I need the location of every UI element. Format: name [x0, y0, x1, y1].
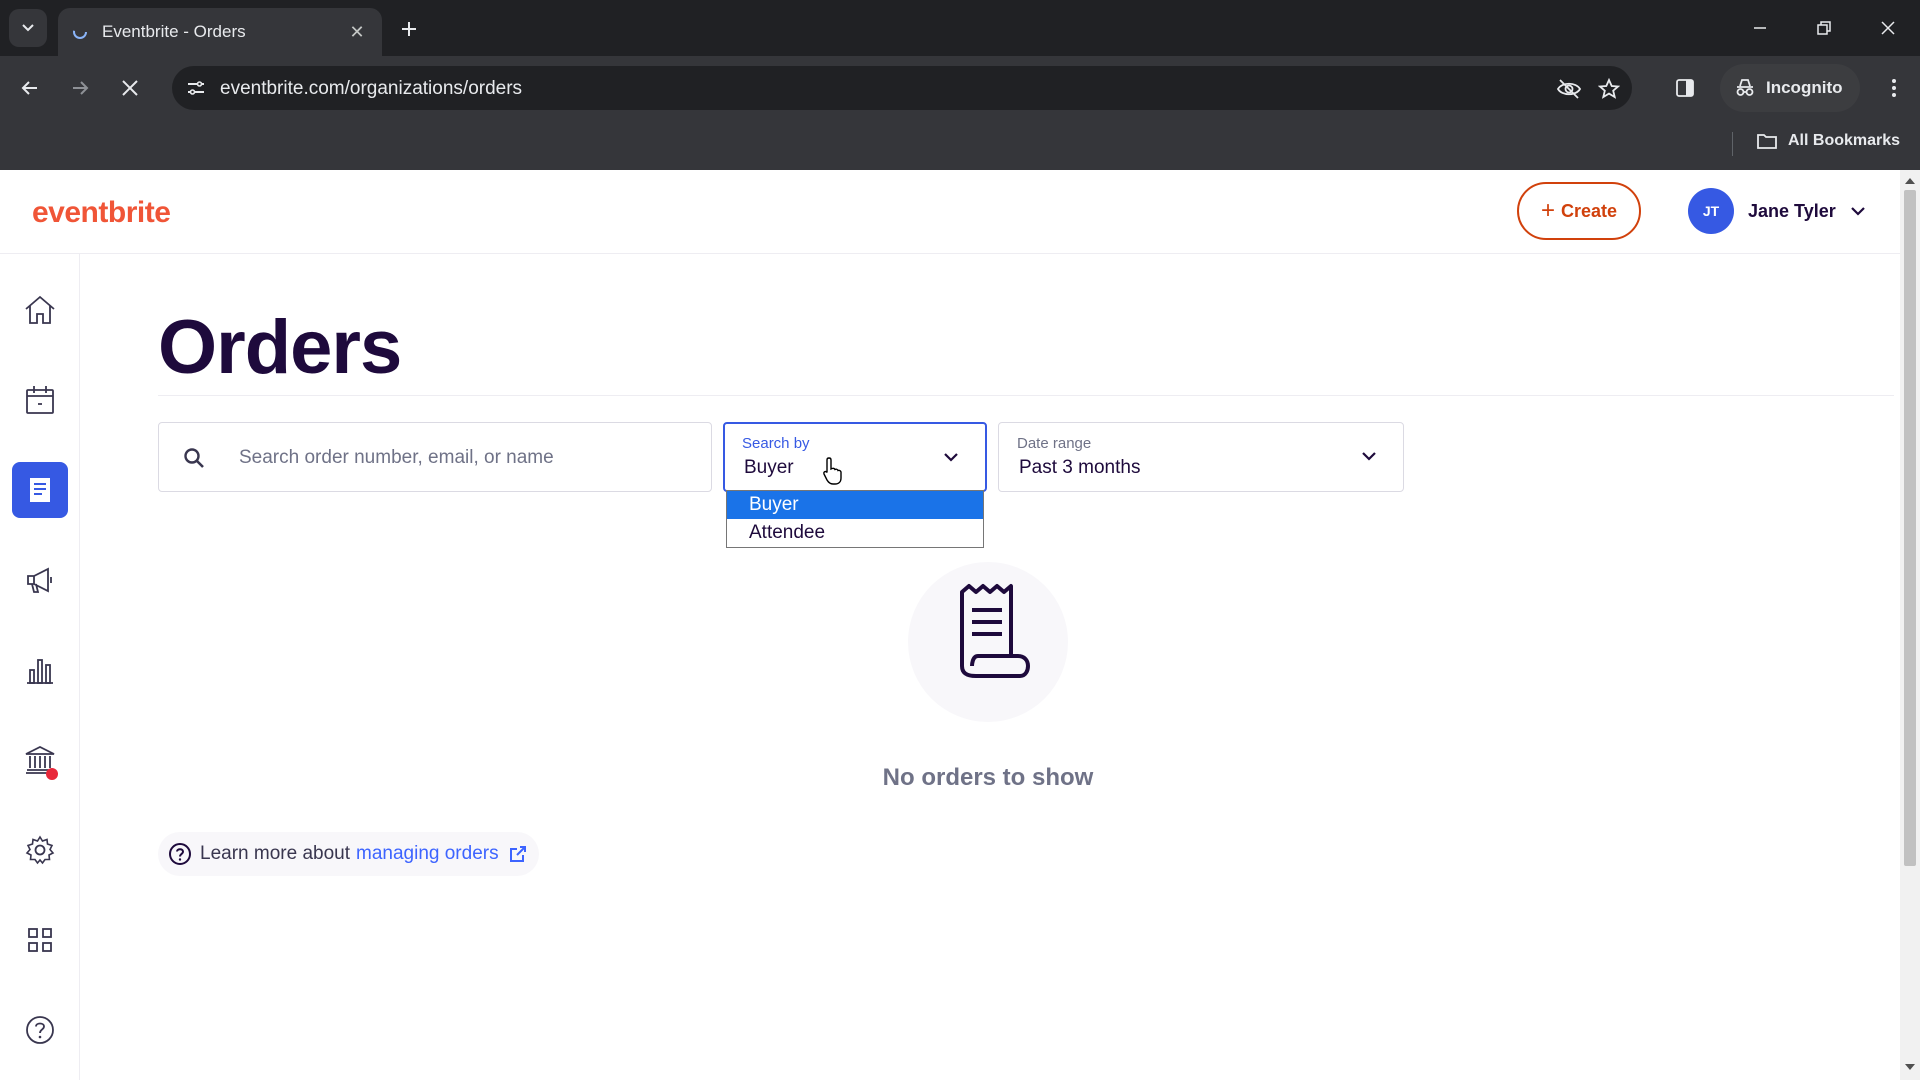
search-by-value: Buyer	[744, 457, 794, 478]
minimize-icon	[1754, 27, 1766, 29]
title-divider	[158, 395, 1894, 396]
empty-state-message: No orders to show	[882, 764, 1094, 791]
chevron-down-icon	[1362, 452, 1376, 461]
learn-more-banner: Learn more about managing orders	[158, 832, 539, 876]
notification-badge	[46, 768, 58, 780]
home-icon	[25, 295, 55, 324]
side-panel-icon	[1676, 79, 1694, 97]
chevron-down-icon	[1850, 207, 1865, 216]
search-by-options: Buyer Attendee	[726, 490, 984, 548]
receipt-icon	[960, 584, 1031, 678]
side-panel-button[interactable]	[1669, 72, 1701, 104]
tab-search-button[interactable]	[9, 9, 47, 47]
plus-icon	[402, 22, 416, 36]
page-title: Orders	[158, 305, 402, 390]
user-name: Jane Tyler	[1748, 200, 1836, 221]
incognito-indicator[interactable]: Incognito	[1720, 64, 1860, 112]
eye-off-icon	[1556, 79, 1582, 99]
grid-icon	[28, 928, 52, 952]
date-range-select[interactable]: Date range Past 3 months	[998, 422, 1404, 492]
main-content: Orders Search by Buyer Date range Past 3…	[80, 254, 1900, 1080]
learn-more-text: Learn more about	[200, 843, 350, 864]
create-button[interactable]: + Create	[1517, 182, 1641, 240]
browser-tab-bar: Eventbrite - Orders ✕	[0, 0, 1920, 56]
sidebar	[0, 254, 80, 1080]
close-icon	[122, 80, 138, 96]
avatar: JT	[1688, 188, 1734, 234]
top-navigation: eventbrite + Create JT Jane Tyler	[0, 170, 1900, 254]
new-tab-button[interactable]	[392, 12, 426, 46]
chevron-down-icon	[944, 453, 958, 462]
gear-icon	[25, 835, 55, 865]
back-arrow-icon	[21, 81, 37, 95]
tab-close-icon[interactable]: ✕	[346, 22, 368, 43]
url-text: eventbrite.com/organizations/orders	[220, 78, 523, 99]
tracking-protection-button[interactable]	[1556, 76, 1582, 102]
bookmarks-bar: All Bookmarks	[0, 120, 1920, 170]
forward-button[interactable]	[64, 72, 96, 104]
address-bar[interactable]: eventbrite.com/organizations/orders	[172, 66, 1632, 110]
sidebar-item-apps[interactable]	[12, 912, 68, 968]
forward-arrow-icon	[73, 81, 89, 95]
external-link-icon[interactable]	[509, 845, 527, 863]
help-icon	[26, 1016, 54, 1044]
search-by-select[interactable]: Search by Buyer	[723, 422, 987, 492]
close-window-button[interactable]	[1868, 12, 1908, 44]
incognito-label: Incognito	[1766, 78, 1843, 97]
tab-title: Eventbrite - Orders	[102, 22, 246, 41]
bookmark-star-button[interactable]	[1596, 76, 1622, 102]
scrollbar-thumb[interactable]	[1904, 190, 1916, 866]
browser-menu-button[interactable]	[1878, 72, 1910, 104]
folder-icon	[1757, 134, 1777, 149]
option-attendee[interactable]: Attendee	[727, 519, 983, 547]
page-scrollbar[interactable]	[1900, 170, 1920, 1080]
eventbrite-logo[interactable]: eventbrite	[32, 196, 171, 230]
order-search-box[interactable]	[158, 422, 712, 492]
sidebar-item-orders[interactable]	[12, 462, 68, 518]
date-range-value: Past 3 months	[1019, 457, 1141, 478]
sidebar-item-home[interactable]	[12, 282, 68, 338]
sidebar-item-help[interactable]	[12, 1002, 68, 1058]
bar-chart-icon	[27, 659, 53, 684]
browser-tab[interactable]: Eventbrite - Orders ✕	[58, 8, 382, 56]
kebab-menu-icon	[1892, 79, 1896, 97]
hand-pointer-icon	[823, 457, 842, 485]
search-icon	[184, 448, 204, 468]
star-icon	[1598, 78, 1620, 99]
sidebar-item-marketing[interactable]	[12, 552, 68, 608]
option-buyer[interactable]: Buyer	[727, 491, 983, 519]
close-icon	[1881, 21, 1895, 35]
megaphone-icon	[27, 567, 52, 593]
order-search-input[interactable]	[239, 443, 679, 473]
date-range-label: Date range	[1017, 435, 1092, 452]
chevron-down-icon	[22, 24, 34, 32]
scroll-down-arrow-icon[interactable]	[1905, 1064, 1915, 1070]
search-by-label: Search by	[742, 435, 810, 452]
orders-icon	[30, 478, 50, 502]
incognito-icon	[1736, 79, 1754, 96]
minimize-button[interactable]	[1740, 12, 1780, 44]
site-settings-icon[interactable]	[186, 78, 206, 98]
scroll-up-arrow-icon[interactable]	[1905, 178, 1915, 184]
user-menu[interactable]: JT Jane Tyler	[1688, 186, 1872, 236]
loading-favicon-icon	[73, 25, 87, 39]
sidebar-item-finance[interactable]	[12, 732, 68, 788]
calendar-icon	[26, 386, 54, 414]
plus-icon: +	[1540, 197, 1555, 224]
sidebar-item-events[interactable]	[12, 372, 68, 428]
sidebar-item-settings[interactable]	[12, 822, 68, 878]
restore-icon	[1817, 21, 1831, 35]
restore-button[interactable]	[1804, 12, 1844, 44]
sidebar-item-reports[interactable]	[12, 642, 68, 698]
stop-loading-button[interactable]	[114, 72, 146, 104]
create-label: Create	[1560, 200, 1618, 221]
page: eventbrite + Create JT Jane Tyler Orders…	[0, 170, 1900, 1080]
back-button[interactable]	[14, 72, 46, 104]
help-icon	[169, 843, 191, 865]
managing-orders-link[interactable]: managing orders	[356, 843, 499, 865]
bookmarks-divider	[1732, 132, 1733, 156]
all-bookmarks-button[interactable]: All Bookmarks	[1756, 132, 1900, 150]
all-bookmarks-label: All Bookmarks	[1788, 132, 1901, 149]
